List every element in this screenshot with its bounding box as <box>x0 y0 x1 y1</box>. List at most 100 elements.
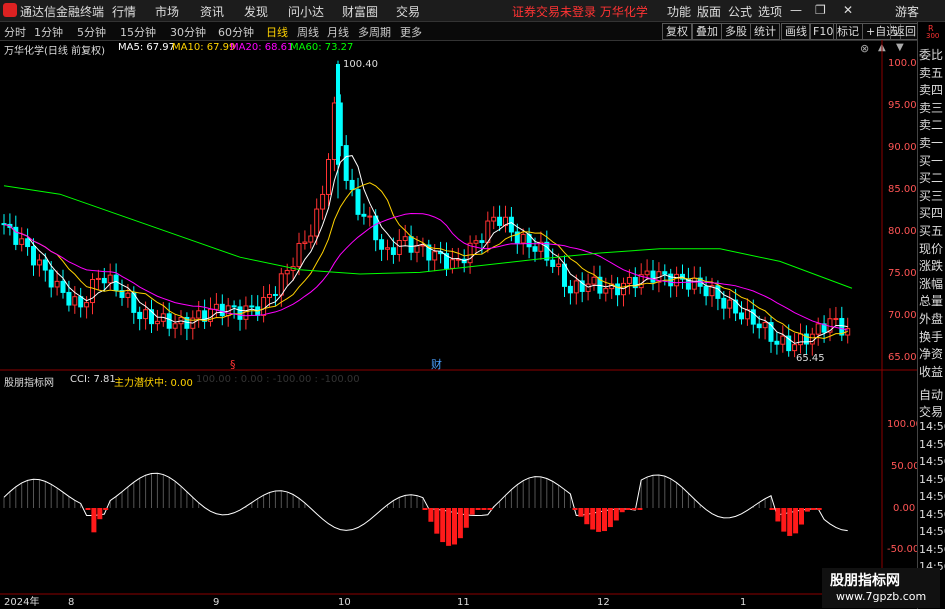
price-axis-label: 95.00 <box>888 100 917 111</box>
candle <box>774 340 780 345</box>
zhuli-bar <box>637 508 643 510</box>
candle <box>336 64 340 165</box>
candle <box>473 240 479 244</box>
candle <box>95 277 101 280</box>
event-marker-cai[interactable]: 财 <box>431 357 442 371</box>
zhuli-bar <box>613 508 619 521</box>
zhuli-bar <box>816 508 822 510</box>
zhuli-bar <box>572 508 578 510</box>
candle <box>355 189 361 215</box>
zhuli-bar <box>457 508 463 539</box>
high-label: 100.40 <box>343 59 378 70</box>
quote-label: 换手 <box>919 329 944 344</box>
candle <box>402 236 408 241</box>
zhuli-bar <box>487 508 493 510</box>
indicator-levels: 100.00 : 0.00 : -100.00 : -100.00 <box>196 374 360 385</box>
candle <box>809 333 815 345</box>
candle <box>739 312 744 320</box>
candle <box>172 323 178 329</box>
candle <box>196 310 202 319</box>
quote-label: 卖一 <box>919 136 944 150</box>
candle <box>331 102 337 160</box>
candle <box>213 303 219 310</box>
indicator-cci: CCI: 7.81 <box>70 374 116 385</box>
quote-label: 买一 <box>919 153 944 168</box>
candle <box>550 259 556 267</box>
candle <box>261 296 267 316</box>
trade-label[interactable]: 自动 <box>919 386 943 403</box>
tick-time: 14:56 <box>919 420 945 433</box>
zhuli-bar <box>91 508 97 533</box>
kline-chart[interactable]: 100.40 65.45 § 财 2024年 8 9 10 11 12 1 <box>0 0 945 609</box>
candle <box>343 145 349 181</box>
indicator-zhuli: 主力潜伏中: 0.00 <box>114 378 193 389</box>
quote-label: 总量 <box>919 294 944 309</box>
zhuli-bar <box>440 508 446 543</box>
candle <box>615 283 621 296</box>
price-axis-label: 85.00 <box>888 184 917 195</box>
candle <box>479 240 485 243</box>
candle <box>314 208 320 237</box>
candle <box>497 216 503 226</box>
x-tick-9: 9 <box>213 597 219 608</box>
ind-axis-neg50: -50.00 <box>887 544 920 555</box>
zhuli-bar <box>428 508 434 522</box>
candle <box>803 333 809 345</box>
candle <box>320 193 326 210</box>
zhuli-bar <box>590 508 596 530</box>
quote-label: 卖三 <box>919 100 944 115</box>
quote-label: 收益 <box>919 364 944 379</box>
zhuli-bar <box>481 508 487 510</box>
candle <box>367 215 373 218</box>
x-tick-12: 12 <box>597 597 610 608</box>
low-label: 65.45 <box>796 353 825 364</box>
candle <box>674 273 680 287</box>
zhuli-bar <box>434 508 440 534</box>
x-tick-2024: 2024年 <box>4 595 39 608</box>
zhuli-bar <box>787 508 793 536</box>
candle <box>585 283 591 292</box>
zhuli-bar <box>469 508 475 515</box>
candle <box>48 269 54 288</box>
price-axis-label: 75.00 <box>888 268 917 279</box>
quote-label: 现价 <box>919 241 944 256</box>
quote-label: 卖二 <box>919 118 944 133</box>
quote-label: 买四 <box>919 206 944 221</box>
candle <box>532 246 538 252</box>
quote-label: 涨幅 <box>919 276 944 291</box>
price-axis-label: 70.00 <box>888 310 917 321</box>
zhuli-bar <box>103 508 109 510</box>
price-axis-label: 90.00 <box>888 142 917 153</box>
candle <box>721 297 727 309</box>
quote-label: 外盘 <box>919 312 944 326</box>
trade-label[interactable]: 交易 <box>919 403 943 420</box>
candle <box>449 259 455 269</box>
quote-label: 买三 <box>919 188 944 203</box>
candle <box>703 285 709 297</box>
candle <box>113 274 119 292</box>
candle <box>556 263 562 267</box>
candle <box>31 246 36 266</box>
candle <box>591 276 597 285</box>
tick-time: 14:56 <box>919 525 945 538</box>
zhuli-bar <box>799 508 804 525</box>
candle <box>650 270 656 283</box>
candle <box>137 311 143 320</box>
candle <box>60 280 66 293</box>
candle <box>603 288 609 294</box>
zhuli-bar <box>85 508 91 510</box>
zhuli-bar <box>422 508 428 510</box>
event-marker-s[interactable]: § <box>230 358 236 371</box>
candle <box>644 270 650 276</box>
candle <box>326 158 331 195</box>
zhuli-bar <box>804 508 810 512</box>
candle <box>249 305 255 308</box>
candle <box>125 292 131 298</box>
quote-label: 买二 <box>919 171 944 186</box>
candle <box>727 299 733 309</box>
candle <box>349 179 355 191</box>
candle <box>302 241 308 244</box>
candle <box>278 273 284 296</box>
candle <box>154 320 160 325</box>
candle <box>562 263 567 287</box>
